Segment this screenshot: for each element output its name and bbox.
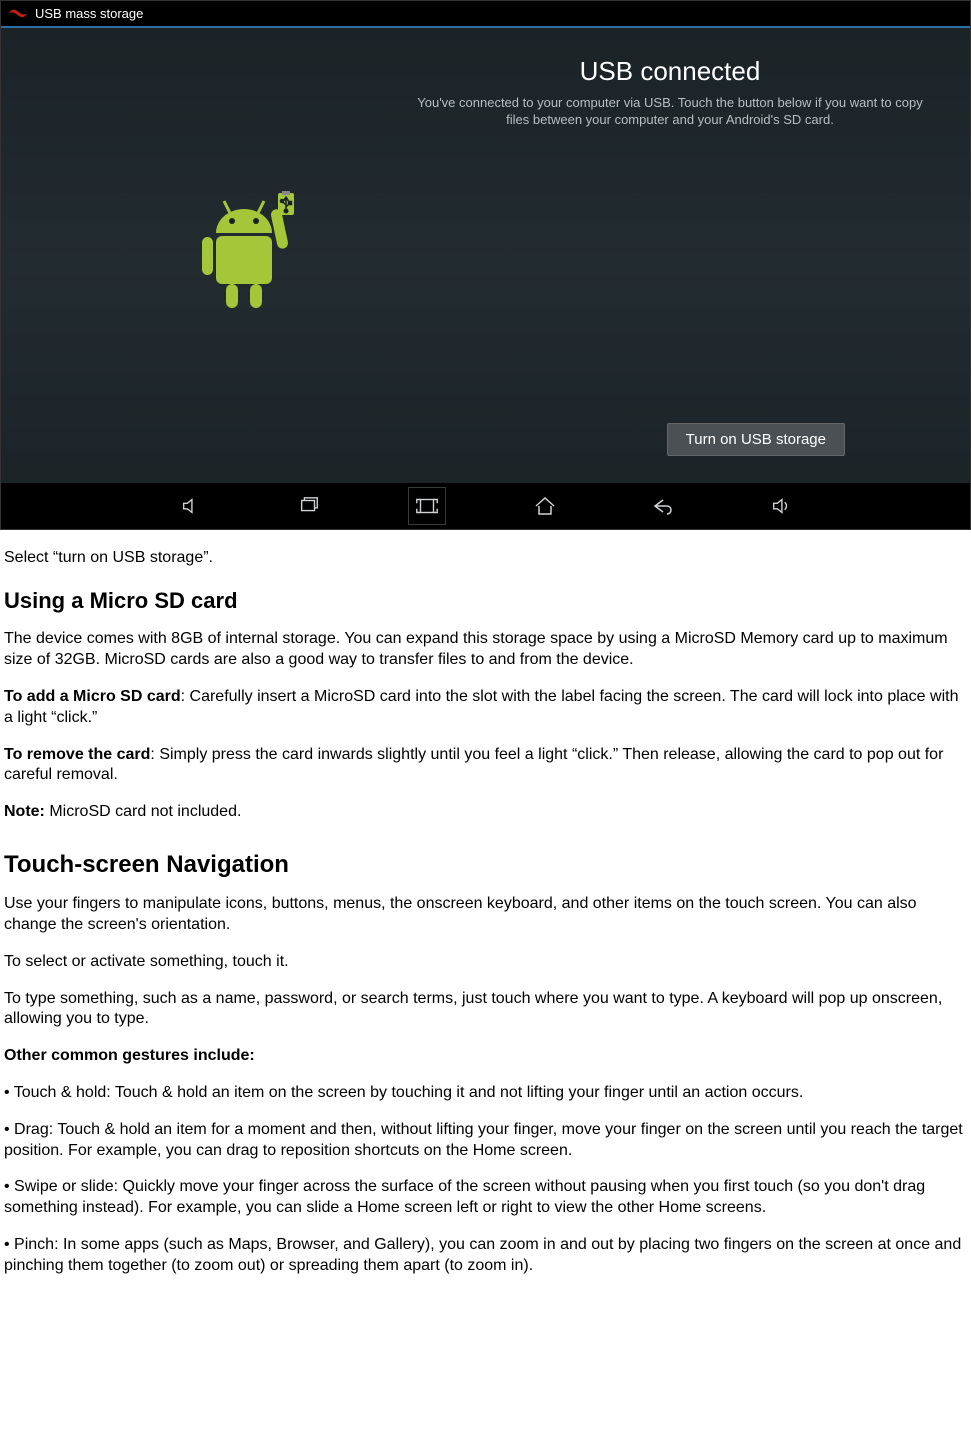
usb-connected-subtext: You've connected to your computer via US… xyxy=(410,95,930,129)
microsd-note: Note: MicroSD card not included. xyxy=(4,802,967,823)
document-body: Select “turn on USB storage”. Using a Mi… xyxy=(0,548,971,1277)
heading-touchscreen: Touch-screen Navigation xyxy=(4,849,967,880)
volume-down-icon[interactable] xyxy=(177,492,205,520)
usb-heading-block: USB connected You've connected to your c… xyxy=(410,56,930,129)
turn-on-usb-storage-button[interactable]: Turn on USB storage xyxy=(667,423,845,456)
screenshot-icon[interactable] xyxy=(413,492,441,520)
gesture-drag: • Drag: Touch & hold an item for a momen… xyxy=(4,1120,967,1162)
gesture-pinch: • Pinch: In some apps (such as Maps, Bro… xyxy=(4,1235,967,1277)
microsd-intro: The device comes with 8GB of internal st… xyxy=(4,629,967,671)
touch-intro: Use your fingers to manipulate icons, bu… xyxy=(4,894,967,936)
gesture-swipe: • Swipe or slide: Quickly move your fing… xyxy=(4,1177,967,1219)
titlebar-text: USB mass storage xyxy=(35,6,143,21)
touch-type: To type something, such as a name, passw… xyxy=(4,989,967,1031)
android-usb-figure-icon xyxy=(196,191,306,321)
home-icon[interactable] xyxy=(531,492,559,520)
system-navbar xyxy=(1,483,970,529)
instruction-select: Select “turn on USB storage”. xyxy=(4,548,967,569)
android-usb-screenshot: USB mass storage USB connected You've co… xyxy=(0,0,971,530)
microsd-add: To add a Micro SD card: Carefully insert… xyxy=(4,687,967,729)
heading-microsd: Using a Micro SD card xyxy=(4,587,967,616)
gestures-heading: Other common gestures include: xyxy=(4,1046,967,1067)
titlebar-separator xyxy=(1,26,970,28)
microsd-remove: To remove the card: Simply press the car… xyxy=(4,745,967,787)
volume-up-icon[interactable] xyxy=(767,492,795,520)
titlebar: USB mass storage xyxy=(1,1,970,26)
recent-apps-icon[interactable] xyxy=(295,492,323,520)
back-icon[interactable] xyxy=(649,492,677,520)
usb-connected-heading: USB connected xyxy=(410,56,930,87)
touch-select: To select or activate something, touch i… xyxy=(4,952,967,973)
app-logo-icon xyxy=(7,7,29,21)
gesture-tap-hold: • Touch & hold: Touch & hold an item on … xyxy=(4,1083,967,1104)
